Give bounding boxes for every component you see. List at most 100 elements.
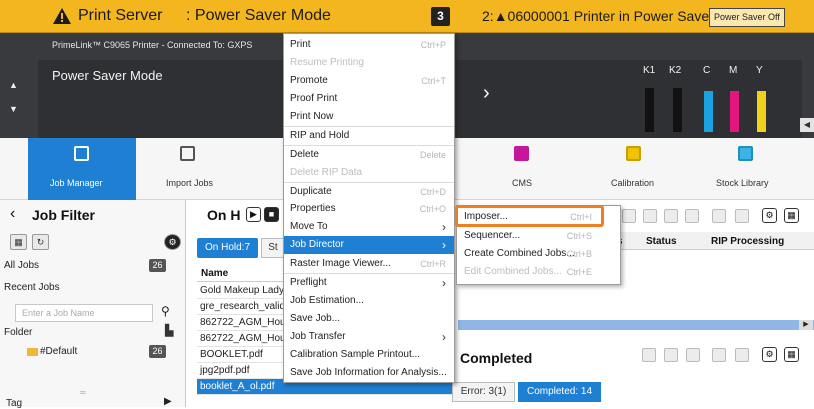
toolbar-button[interactable]: [664, 348, 678, 362]
menu-item-promote[interactable]: Promote Ctrl+T: [284, 72, 454, 90]
menu-item-job-estimation[interactable]: Job Estimation...: [284, 292, 454, 310]
menu-item-preflight[interactable]: Preflight ›: [284, 274, 454, 292]
settings-gear-icon[interactable]: ⚙: [164, 234, 181, 250]
menu-item-rip-and-hold[interactable]: RIP and Hold: [284, 127, 454, 145]
refresh-icon[interactable]: ↻: [32, 234, 49, 250]
folder-add-icon[interactable]: ▙: [165, 324, 173, 337]
chevron-right-icon[interactable]: ›: [483, 82, 490, 105]
menu-item-save-job[interactable]: Save Job...: [284, 310, 454, 328]
menu-item-label: Job Transfer: [290, 331, 346, 342]
menu-item-proof-print[interactable]: Proof Print: [284, 90, 454, 108]
power-saver-off-button[interactable]: Power Saver Off: [709, 8, 785, 27]
submenu-item-label: Create Combined Jobs...: [464, 248, 575, 259]
calibration-icon[interactable]: [626, 146, 641, 161]
stock-library-icon[interactable]: [738, 146, 753, 161]
tab-on-hold[interactable]: On Hold:7: [197, 238, 258, 258]
submenu-arrow-icon: ›: [442, 276, 446, 290]
table-row[interactable]: 862722_AGM_Hou: [197, 315, 287, 331]
menu-item-raster-image-viewer[interactable]: Raster Image Viewer... Ctrl+R: [284, 255, 454, 273]
grid-view-icon[interactable]: ▦: [784, 208, 799, 223]
table-row[interactable]: Gold Makeup Lady: [197, 283, 287, 299]
completed-title: Completed: [460, 350, 533, 366]
toolbar-button[interactable]: [643, 209, 657, 223]
column-header-name[interactable]: Name: [197, 263, 287, 282]
table-row[interactable]: BOOKLET.pdf: [197, 347, 287, 363]
menu-item-job-transfer[interactable]: Job Transfer ›: [284, 328, 454, 346]
toner-label-k1: K1: [643, 65, 656, 76]
play-icon[interactable]: ▶: [246, 207, 261, 222]
menu-item-label: Delete RIP Data: [290, 167, 363, 178]
menu-item-shortcut: Ctrl+O: [419, 204, 446, 214]
column-header-rip-processing[interactable]: RIP Processing: [711, 236, 784, 247]
warning-icon: [53, 8, 71, 24]
recent-jobs-label[interactable]: Recent Jobs: [4, 282, 60, 293]
stop-icon[interactable]: ■: [264, 207, 279, 222]
import-jobs-icon[interactable]: [180, 146, 195, 161]
toolbar-button[interactable]: [712, 348, 726, 362]
scroll-down-icon[interactable]: ▼: [9, 104, 18, 114]
submenu-item-label: Edit Combined Jobs...: [464, 266, 562, 277]
view-toggle-icon[interactable]: ▦: [10, 234, 27, 250]
nav-label-stock-library[interactable]: Stock Library: [716, 178, 769, 188]
tag-icon[interactable]: ▶: [164, 396, 172, 407]
nav-label-cms[interactable]: CMS: [512, 178, 532, 188]
job-list-title: On H: [207, 207, 241, 223]
toner-label-m: M: [729, 65, 738, 76]
tag-label: Tag: [6, 398, 23, 409]
menu-item-label: Save Job...: [290, 313, 341, 324]
menu-item-label: Job Director: [290, 239, 344, 250]
job-search-input[interactable]: Enter a Job Name: [15, 304, 153, 322]
menu-item-delete[interactable]: Delete Delete: [284, 146, 454, 164]
cms-icon[interactable]: [514, 146, 529, 161]
grid-view-icon[interactable]: ▦: [784, 347, 799, 362]
toolbar-button[interactable]: [622, 209, 636, 223]
back-chevron-icon[interactable]: ‹: [10, 205, 15, 223]
menu-item-save-job-information[interactable]: Save Job Information for Analysis...: [284, 364, 454, 382]
toolbar-button[interactable]: [642, 348, 656, 362]
toner-label-k2: K2: [669, 65, 682, 76]
column-header-status[interactable]: Status: [646, 236, 677, 247]
table-row[interactable]: jpg2pdf.pdf: [197, 363, 287, 379]
toolbar-button[interactable]: [735, 348, 749, 362]
menu-item-label: Preflight: [290, 277, 327, 288]
scroll-right-icon[interactable]: ▶: [799, 320, 813, 330]
nav-label-import-jobs[interactable]: Import Jobs: [166, 178, 213, 188]
settings-gear-icon[interactable]: ⚙: [762, 208, 777, 223]
message-count-badge[interactable]: 3: [431, 7, 450, 26]
search-icon[interactable]: ⚲: [161, 304, 170, 318]
nav-label-calibration[interactable]: Calibration: [611, 178, 654, 188]
menu-item-calibration-sample-printout[interactable]: Calibration Sample Printout...: [284, 346, 454, 364]
scroll-up-icon[interactable]: ▲: [9, 80, 18, 90]
alert-prefix: 2:: [482, 8, 494, 24]
folder-label: Folder: [4, 327, 33, 338]
toolbar-button[interactable]: [686, 348, 700, 362]
toolbar-button[interactable]: [712, 209, 726, 223]
menu-item-label: Save Job Information for Analysis...: [290, 367, 447, 378]
horizontal-scrollbar[interactable]: [458, 320, 814, 330]
toner-bar-k1: [645, 88, 654, 132]
default-folder-label[interactable]: #Default: [40, 346, 77, 357]
menu-item-print-now[interactable]: Print Now: [284, 108, 454, 126]
tab-completed[interactable]: Completed: 14: [518, 382, 601, 402]
tab-st[interactable]: St: [261, 238, 285, 258]
table-row[interactable]: gre_research_valid: [197, 299, 287, 315]
move-up-icon[interactable]: [664, 209, 678, 223]
submenu-item-create-combined-jobs[interactable]: Create Combined Jobs... Ctrl+B: [457, 245, 620, 263]
menu-item-job-director[interactable]: Job Director ›: [284, 236, 454, 254]
menu-item-print[interactable]: Print Ctrl+P: [284, 36, 454, 54]
toolbar-button[interactable]: [735, 209, 749, 223]
tab-error[interactable]: Error: 3(1): [452, 382, 515, 402]
panel-toggle-icon[interactable]: ◀: [800, 118, 814, 132]
settings-gear-icon[interactable]: ⚙: [762, 347, 777, 362]
move-down-icon[interactable]: [685, 209, 699, 223]
menu-item-label: Resume Printing: [290, 57, 364, 68]
all-jobs-label[interactable]: All Jobs: [4, 260, 39, 271]
menu-item-properties[interactable]: Properties Ctrl+O: [284, 200, 454, 218]
submenu-item-sequencer[interactable]: Sequencer... Ctrl+S: [457, 227, 620, 245]
alert-message[interactable]: 2:▲06000001 Printer in Power Saver M: [482, 8, 710, 24]
table-row[interactable]: 862722_AGM_Hou: [197, 331, 287, 347]
resize-handle[interactable]: ═: [80, 388, 86, 397]
menu-item-label: Duplicate: [290, 186, 332, 197]
menu-item-duplicate[interactable]: Duplicate Ctrl+D: [284, 183, 454, 201]
menu-item-move-to[interactable]: Move To ›: [284, 218, 454, 236]
